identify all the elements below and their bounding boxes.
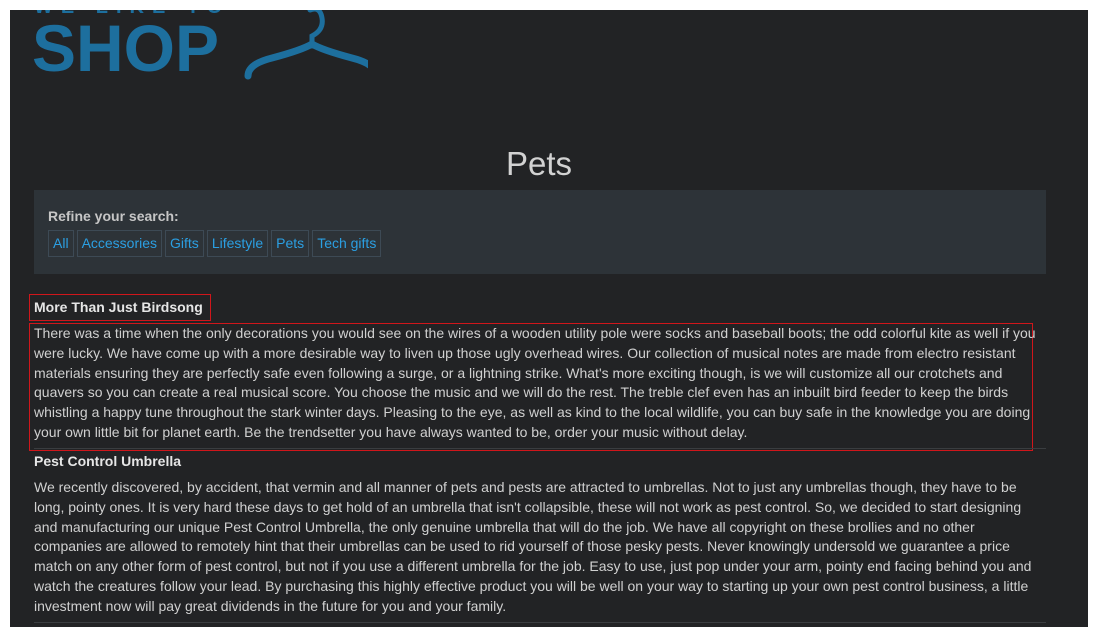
- filter-chips: All Accessories Gifts Lifestyle Pets Tec…: [48, 230, 382, 257]
- filter-chip-lifestyle[interactable]: Lifestyle: [206, 230, 269, 257]
- product-description: We recently discovered, by accident, tha…: [34, 479, 1032, 614]
- product-item: More Than Just Birdsong There was a time…: [34, 299, 1046, 449]
- filter-chip-gifts[interactable]: Gifts: [165, 230, 204, 257]
- divider: [34, 448, 1046, 449]
- page-title: Pets: [505, 145, 573, 183]
- filter-chip-all[interactable]: All: [48, 230, 74, 257]
- product-title[interactable]: More Than Just Birdsong: [34, 299, 1046, 315]
- page: WE LIKE TO SHOP Pets Refine your search:…: [10, 10, 1088, 627]
- logo-word: SHOP: [32, 11, 220, 85]
- filter-chip-tech-gifts[interactable]: Tech gifts: [312, 230, 382, 257]
- filter-chip-pets[interactable]: Pets: [271, 230, 310, 257]
- shop-logo[interactable]: WE LIKE TO SHOP: [32, 10, 368, 86]
- filter-panel: Refine your search: All Accessories Gift…: [34, 190, 1046, 274]
- product-description: There was a time when the only decoratio…: [34, 325, 1036, 440]
- divider: [34, 622, 1046, 623]
- filter-label: Refine your search:: [48, 208, 179, 224]
- product-item: Pest Control Umbrella We recently discov…: [34, 453, 1046, 623]
- product-title[interactable]: Pest Control Umbrella: [34, 453, 1046, 469]
- hanger-icon: [244, 10, 368, 80]
- filter-chip-accessories[interactable]: Accessories: [76, 230, 163, 257]
